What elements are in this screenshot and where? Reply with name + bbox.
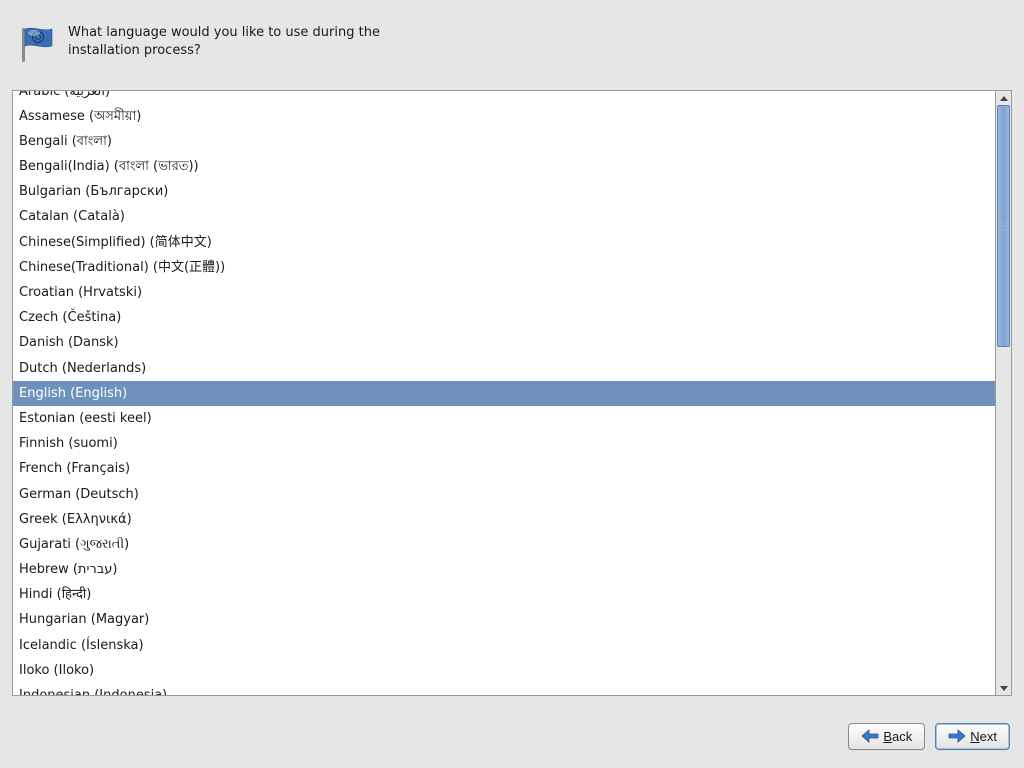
- back-button-label: Back: [883, 729, 912, 744]
- language-option[interactable]: Assamese (অসমীয়া): [13, 104, 995, 129]
- language-option[interactable]: Croatian (Hrvatski): [13, 281, 995, 306]
- language-option[interactable]: Bengali(India) (বাংলা (ভারত)): [13, 155, 995, 180]
- language-option[interactable]: English (English): [13, 381, 995, 406]
- scrollbar[interactable]: [996, 90, 1012, 696]
- scroll-thumb[interactable]: [997, 105, 1010, 347]
- next-button[interactable]: Next: [935, 723, 1010, 750]
- language-option[interactable]: German (Deutsch): [13, 482, 995, 507]
- language-list-wrapper: Arabic (العربية)Assamese (অসমীয়া)Bengal…: [12, 90, 1012, 696]
- back-button[interactable]: Back: [848, 723, 925, 750]
- arrow-right-icon: [948, 729, 966, 743]
- language-option[interactable]: French (Français): [13, 457, 995, 482]
- language-option[interactable]: Greek (Ελληνικά): [13, 507, 995, 532]
- language-option[interactable]: Indonesian (Indonesia): [13, 684, 995, 696]
- language-option[interactable]: Bulgarian (Български): [13, 180, 995, 205]
- header-prompt: What language would you like to use duri…: [68, 24, 428, 59]
- language-option[interactable]: Chinese(Traditional) (中文(正體)): [13, 255, 995, 280]
- language-option[interactable]: Chinese(Simplified) (简体中文): [13, 230, 995, 255]
- language-listbox[interactable]: Arabic (العربية)Assamese (অসমীয়া)Bengal…: [12, 90, 996, 696]
- language-option[interactable]: Iloko (Iloko): [13, 658, 995, 683]
- language-option[interactable]: Catalan (Català): [13, 205, 995, 230]
- language-option[interactable]: Gujarati (ગુજરાતી): [13, 532, 995, 557]
- arrow-left-icon: [861, 729, 879, 743]
- language-option[interactable]: Arabic (العربية): [13, 91, 995, 104]
- flag-icon: [16, 24, 56, 64]
- language-option[interactable]: Finnish (suomi): [13, 432, 995, 457]
- language-option[interactable]: Dutch (Nederlands): [13, 356, 995, 381]
- scroll-up-button[interactable]: [996, 91, 1011, 105]
- language-option[interactable]: Estonian (eesti keel): [13, 406, 995, 431]
- footer: Back Next: [0, 704, 1024, 768]
- language-option[interactable]: Hungarian (Magyar): [13, 608, 995, 633]
- language-option[interactable]: Bengali (বাংলা): [13, 129, 995, 154]
- header: What language would you like to use duri…: [0, 0, 1024, 64]
- language-option[interactable]: Danish (Dansk): [13, 331, 995, 356]
- arrow-down-icon: [1000, 686, 1008, 691]
- language-option[interactable]: Hebrew (עברית): [13, 558, 995, 583]
- language-option[interactable]: Czech (Čeština): [13, 306, 995, 331]
- arrow-up-icon: [1000, 96, 1008, 101]
- next-button-label: Next: [970, 729, 997, 744]
- language-option[interactable]: Icelandic (Íslenska): [13, 633, 995, 658]
- language-option[interactable]: Hindi (हिन्दी): [13, 583, 995, 608]
- scroll-track[interactable]: [996, 105, 1011, 681]
- scroll-down-button[interactable]: [996, 681, 1011, 695]
